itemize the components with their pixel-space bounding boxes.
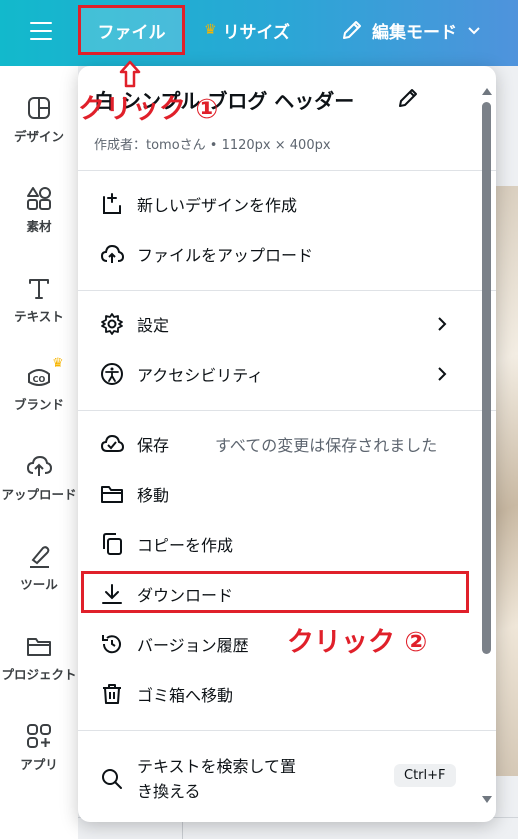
file-dropdown-menu: 白 シンプル ブログ ヘッダー 作成者：tomoさん • 1120px × 40… (78, 66, 496, 822)
cloud-check-icon (100, 434, 124, 452)
edit-mode-button[interactable]: 編集モード (340, 14, 483, 46)
premium-crown-icon: ♛ (52, 356, 64, 371)
menu-label: バージョン履歴 (137, 636, 249, 655)
menu-label: 新しいデザインを作成 (137, 196, 298, 215)
rail-label-upload: アップロード (1, 487, 77, 502)
menu-label: アクセシビリティ (137, 366, 264, 385)
scroll-up-arrow-icon[interactable] (482, 88, 492, 95)
menu-label-line2: き換える (137, 782, 201, 801)
apps-icon (27, 724, 51, 748)
menu-item-accessibility[interactable]: アクセシビリティ (78, 352, 496, 396)
text-icon (29, 279, 49, 299)
upload-icon (26, 455, 53, 476)
rail-label-apps: アプリ (20, 757, 58, 772)
folder-icon (101, 486, 123, 503)
pencil-icon (343, 21, 361, 39)
gear-icon (101, 313, 123, 335)
menu-item-move[interactable]: 移動 (78, 472, 496, 516)
crown-icon: ♛ (204, 22, 217, 38)
menu-divider (78, 730, 496, 731)
menu-label: ファイルをアップロード (137, 246, 314, 265)
menu-divider (78, 290, 496, 291)
menu-item-trash[interactable]: ゴミ箱へ移動 (78, 672, 496, 716)
rail-label-tools: ツール (20, 577, 58, 592)
rail-item-projects[interactable]: プロジェクト (0, 632, 78, 683)
menu-item-settings[interactable]: 設定 (78, 302, 496, 346)
file-menu-button[interactable]: ファイル (78, 5, 185, 55)
rail-label-projects: プロジェクト (1, 667, 77, 682)
brand-icon: CO (28, 369, 50, 386)
download-highlight-box (81, 571, 469, 613)
new-design-icon (103, 193, 121, 214)
menu-label: ゴミ箱へ移動 (137, 686, 234, 705)
rail-item-elements[interactable]: 素材 (0, 184, 78, 235)
save-status-text: すべての変更は保存されました (215, 436, 438, 455)
rail-item-upload[interactable]: アップロード (0, 452, 78, 503)
annotation-click-1: クリック ① (78, 94, 219, 125)
annotation-click-2: クリック ② (287, 627, 428, 658)
rename-pencil-icon[interactable] (396, 86, 420, 110)
menu-label: テキストを検索して置 (137, 757, 297, 776)
design-icon (28, 97, 50, 119)
menu-scrollbar-thumb[interactable] (482, 102, 491, 654)
menu-divider (78, 410, 496, 411)
cloud-upload-icon (100, 244, 124, 263)
menu-item-upload-file[interactable]: ファイルをアップロード (78, 232, 496, 276)
trash-icon (103, 684, 121, 704)
menu-divider (78, 170, 496, 171)
rail-item-text[interactable]: テキスト (0, 274, 78, 325)
design-meta: 作成者：tomoさん • 1120px × 400px (94, 138, 331, 153)
chevron-right-icon (438, 367, 447, 381)
search-icon (102, 769, 122, 789)
edit-mode-label: 編集モード (372, 22, 457, 43)
copy-icon (103, 533, 122, 555)
folder-icon (27, 638, 51, 656)
elements-icon (27, 187, 51, 210)
tool-icon (30, 546, 50, 568)
accessibility-icon (101, 363, 123, 385)
resize-button[interactable]: ♛ リサイズ (204, 14, 290, 46)
menu-label: コピーを作成 (137, 536, 234, 555)
menu-label: 保存 (137, 436, 170, 455)
rail-item-apps[interactable]: アプリ (0, 722, 78, 773)
history-icon (102, 635, 121, 654)
rail-label-text: テキスト (14, 309, 64, 324)
annotation-up-arrow-icon (119, 60, 141, 88)
hamburger-menu-icon[interactable] (30, 22, 52, 40)
svg-text:CO: CO (33, 375, 46, 384)
menu-item-save[interactable]: 保存 すべての変更は保存されました (78, 422, 496, 466)
resize-label: リサイズ (222, 22, 291, 43)
rail-label-brand: ブランド (13, 397, 64, 412)
menu-label: 移動 (137, 486, 170, 505)
scroll-down-arrow-icon[interactable] (482, 796, 492, 803)
chevron-down-icon (468, 27, 480, 35)
top-bar: ファイル ♛ リサイズ 編集モード (0, 0, 518, 66)
rail-label-elements: 素材 (26, 219, 52, 234)
menu-item-make-copy[interactable]: コピーを作成 (78, 522, 496, 566)
menu-label: 設定 (137, 316, 170, 335)
shortcut-badge: Ctrl+F (394, 764, 456, 787)
chevron-right-icon (438, 317, 447, 331)
rail-item-design[interactable]: デザイン (0, 94, 78, 145)
rail-item-tools[interactable]: ツール (0, 542, 78, 593)
left-side-panel: デザイン 素材 テキスト CO ♛ ブランド アップロード ツール プロジェクト… (0, 66, 78, 839)
rail-item-brand[interactable]: CO ♛ ブランド (0, 356, 78, 413)
menu-item-new-design[interactable]: 新しいデザインを作成 (78, 182, 496, 226)
rail-label-design: デザイン (13, 129, 64, 144)
